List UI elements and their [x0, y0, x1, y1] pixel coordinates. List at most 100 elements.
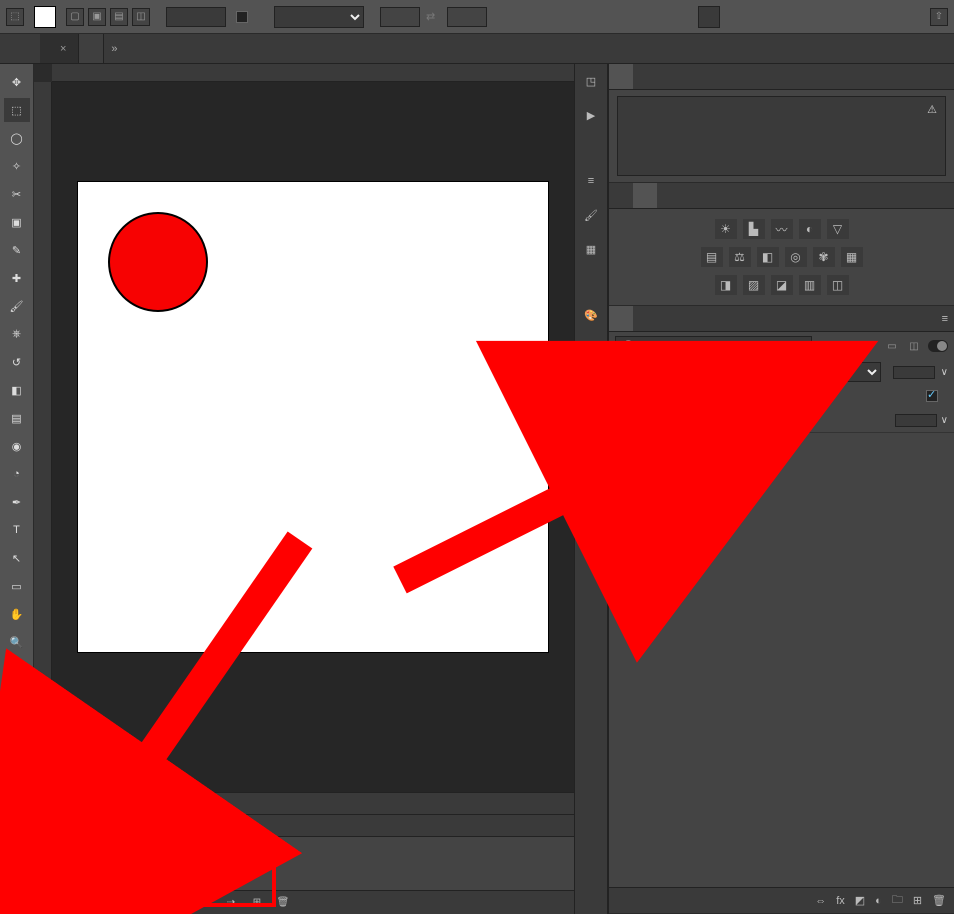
invert-icon[interactable]: ◨	[715, 275, 737, 295]
path-select-tool-icon[interactable]: ↖	[4, 546, 30, 570]
history-brush-tool-icon[interactable]: ↺	[4, 350, 30, 374]
feather-input[interactable]	[166, 7, 226, 27]
share-icon[interactable]: ⇧	[930, 8, 948, 26]
fg-color-icon[interactable]	[3, 694, 21, 712]
posterize-icon[interactable]: ▨	[743, 275, 765, 295]
lock-all-icon[interactable]: 🔒	[699, 412, 715, 428]
exposure-icon[interactable]: ◐	[799, 219, 821, 239]
fill-layer-icon[interactable]: ◐	[875, 895, 882, 907]
timeline-tab[interactable]	[42, 823, 58, 829]
lock-pos-icon[interactable]: ✥	[659, 412, 675, 428]
move-tool-icon[interactable]: ✥	[4, 70, 30, 94]
channel-mixer-icon[interactable]: ✾	[813, 247, 835, 267]
brush-tool-icon[interactable]: 🖌	[4, 294, 30, 318]
filter-shape-icon[interactable]: ▭	[884, 338, 900, 354]
next-frame-icon[interactable]: ▷	[196, 895, 214, 911]
warning-icon[interactable]: ⚠	[927, 103, 937, 116]
prev-frame-icon[interactable]: ◀	[144, 895, 162, 911]
play-panel-icon[interactable]: ▶	[580, 104, 602, 126]
eraser-tool-icon[interactable]: ◧	[4, 378, 30, 402]
doc-tab-inactive[interactable]	[79, 34, 104, 63]
filter-type-icon[interactable]: T	[862, 338, 878, 354]
stamp-tool-icon[interactable]: ⎈	[4, 322, 30, 346]
color-icon[interactable]: 🎨	[580, 304, 602, 326]
quickmask-icon[interactable]: ◫	[4, 726, 30, 750]
canvas-view[interactable]	[52, 82, 574, 792]
tab-libraries[interactable]	[609, 183, 633, 208]
tab-layers[interactable]	[609, 306, 633, 331]
propagate-checkbox[interactable]	[926, 390, 938, 402]
delete-layer-icon[interactable]: 🗑	[932, 894, 946, 907]
fx-icon[interactable]: fx	[836, 895, 845, 907]
mode-add-icon[interactable]: ▣	[88, 8, 106, 26]
style-select[interactable]	[274, 6, 364, 28]
new-frame-icon[interactable]: ⊞	[248, 895, 266, 911]
fill-input[interactable]	[895, 414, 937, 427]
filter-adjust-icon[interactable]: ◐	[840, 338, 856, 354]
navigator-icon[interactable]: ◳	[580, 70, 602, 92]
mode-sub-icon[interactable]: ▤	[110, 8, 128, 26]
lasso-tool-icon[interactable]: ◯	[4, 126, 30, 150]
gradient-map-icon[interactable]: ▥	[799, 275, 821, 295]
tab-histogram[interactable]	[609, 64, 633, 89]
select-and-mask-button[interactable]	[698, 6, 720, 28]
color-swatches[interactable]	[3, 694, 31, 722]
paragraph-icon[interactable]: ¶	[580, 372, 602, 394]
shape-tool-icon[interactable]: ▭	[4, 574, 30, 598]
mode-int-icon[interactable]: ◫	[132, 8, 150, 26]
photo-filter-icon[interactable]: ◎	[785, 247, 807, 267]
selective-color-icon[interactable]: ◫	[827, 275, 849, 295]
mask-icon[interactable]: ◩	[855, 894, 865, 907]
group-icon[interactable]: 🗀	[892, 891, 903, 910]
more-tools-icon[interactable]: ⋯	[4, 658, 30, 682]
healing-tool-icon[interactable]: ✚	[4, 266, 30, 290]
new-layer-icon[interactable]: ⊞	[913, 894, 922, 907]
screenmode-icon[interactable]: ⛶	[4, 754, 30, 778]
zoom-tool-icon[interactable]: 🔍	[4, 630, 30, 654]
first-frame-icon[interactable]: ⏮	[118, 895, 136, 911]
timeline-menu-icon[interactable]: ≡	[42, 895, 60, 911]
hand-tool-icon[interactable]: ✋	[4, 602, 30, 626]
marquee-tool-icon[interactable]: ⬚	[4, 98, 30, 122]
unify-visibility-icon[interactable]: 👁	[643, 388, 659, 404]
filter-toggle[interactable]	[928, 340, 948, 352]
threshold-icon[interactable]: ◪	[771, 275, 793, 295]
pen-tool-icon[interactable]: ✒	[4, 490, 30, 514]
chevron-down-icon[interactable]: ∨	[941, 367, 948, 378]
link-layers-icon[interactable]: ⇔	[815, 895, 826, 907]
3d-icon[interactable]: ❒	[580, 438, 602, 460]
frame-tool-icon[interactable]: ▣	[4, 210, 30, 234]
opacity-input[interactable]	[893, 366, 935, 379]
mode-new-icon[interactable]: ▢	[66, 8, 84, 26]
eyedropper-tool-icon[interactable]: ✎	[4, 238, 30, 262]
chevron-down-icon[interactable]: ∨	[941, 415, 948, 426]
filter-smart-icon[interactable]: ◫	[906, 338, 922, 354]
play-icon[interactable]: ▶	[170, 895, 188, 911]
magic-wand-tool-icon[interactable]: ✧	[4, 154, 30, 178]
doc-overflow-button[interactable]: »	[104, 34, 124, 63]
hue-icon[interactable]: ▤	[701, 247, 723, 267]
tab-channels[interactable]	[633, 306, 657, 331]
blend-mode-select[interactable]	[615, 362, 881, 382]
brush-panel-icon[interactable]: 🖌	[580, 204, 602, 226]
swatches-icon[interactable]: ▦	[580, 238, 602, 260]
balance-icon[interactable]: ⚖	[729, 247, 751, 267]
type-tool-icon[interactable]: T	[4, 518, 30, 542]
zoom-value[interactable]	[40, 803, 48, 805]
history-icon[interactable]: ≡	[580, 170, 602, 192]
lock-pixels-icon[interactable]: 🖌	[639, 412, 655, 428]
lookup-icon[interactable]: ▦	[841, 247, 863, 267]
layer-filter-select[interactable]: 🔍	[615, 336, 812, 356]
panel-menu-icon[interactable]: ≡	[930, 306, 954, 331]
brightness-icon[interactable]: ☀	[715, 219, 737, 239]
lock-trans-icon[interactable]: ▦	[619, 412, 635, 428]
tab-info[interactable]	[633, 64, 657, 89]
character-icon[interactable]: A	[580, 338, 602, 360]
doc-tab-active[interactable]: ×	[40, 34, 79, 63]
crop-tool-icon[interactable]: ✂	[4, 182, 30, 206]
unify-position-icon[interactable]: ✥	[621, 388, 637, 404]
tab-adjustments[interactable]	[633, 183, 657, 208]
close-icon[interactable]: ×	[60, 43, 66, 55]
unify-style-icon[interactable]: fx	[665, 388, 681, 404]
lock-artboard-icon[interactable]: ▣	[679, 412, 695, 428]
